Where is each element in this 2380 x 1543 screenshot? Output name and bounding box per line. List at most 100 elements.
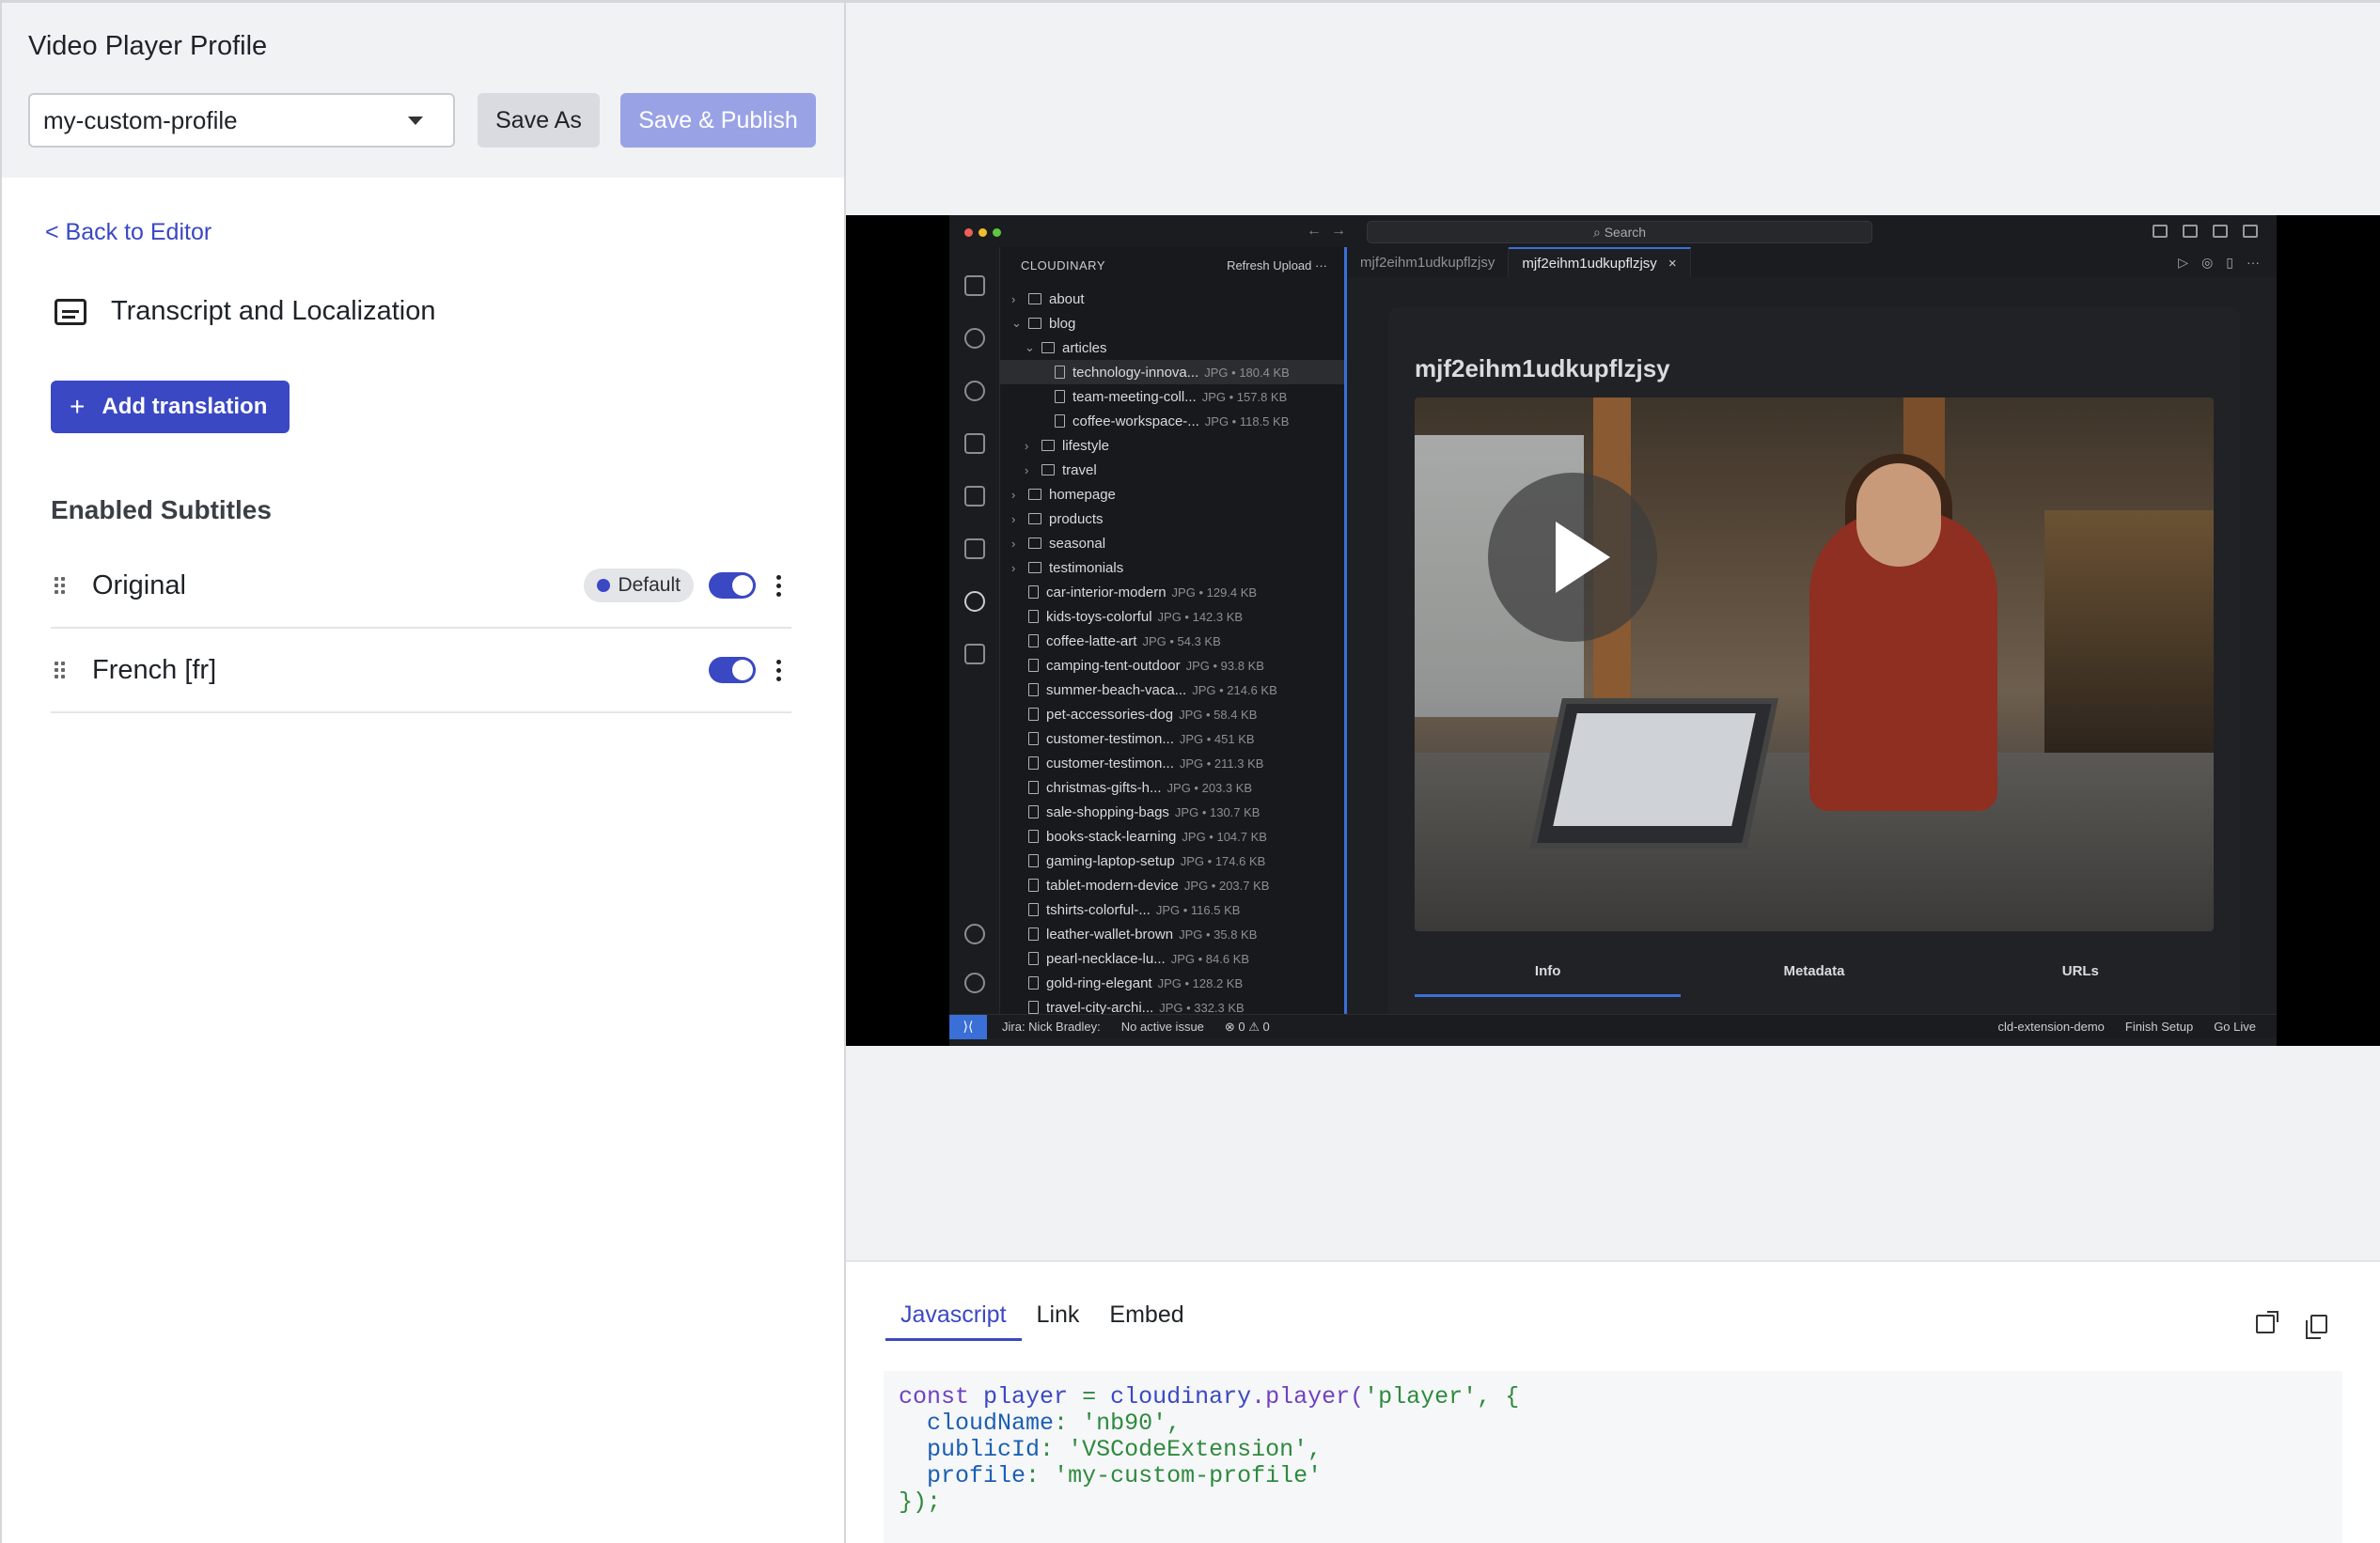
back-to-editor-link[interactable]: < Back to Editor <box>45 219 211 246</box>
tree-item-meta: JPG • 116.5 KB <box>1155 902 1241 917</box>
tree-item[interactable]: travel-city-archi... JPG • 332.3 KB <box>1000 995 1344 1014</box>
video-player[interactable]: ←→ ⌕ Search CLOUDINARY Refresh Upload ··… <box>846 215 2380 1046</box>
tree-item[interactable]: › travel <box>1000 458 1344 482</box>
tree-item[interactable]: › products <box>1000 507 1344 531</box>
tree-item-meta: JPG • 451 KB <box>1179 731 1255 746</box>
play-icon[interactable] <box>1488 473 1657 642</box>
add-translation-label: Add translation <box>102 394 268 419</box>
explorer-tree: › about ⌄ blog ⌄ articles technology-innova...… <box>1000 287 1344 1014</box>
tree-item-label: about <box>1049 290 1085 307</box>
file-icon <box>1028 1001 1039 1014</box>
asset-title: mjf2eihm1udkupflzjsy <box>1415 354 1670 382</box>
run-debug-icon <box>964 433 985 454</box>
more-options-icon[interactable] <box>776 659 782 681</box>
folder-icon <box>1028 489 1041 500</box>
code-snippet: const player = cloudinary.player('player… <box>884 1371 2342 1543</box>
save-publish-button[interactable]: Save & Publish <box>620 93 816 148</box>
tree-item[interactable]: › seasonal <box>1000 531 1344 555</box>
open-external-icon[interactable] <box>2256 1311 2278 1333</box>
account-icon <box>964 924 985 944</box>
file-icon <box>1028 659 1039 672</box>
tree-item[interactable]: tshirts-colorful-... JPG • 116.5 KB <box>1000 897 1344 922</box>
tree-item[interactable]: pearl-necklace-lu... JPG • 84.6 KB <box>1000 946 1344 971</box>
tree-item[interactable]: pet-accessories-dog JPG • 58.4 KB <box>1000 702 1344 726</box>
tab-link[interactable]: Link <box>1022 1301 1095 1341</box>
tree-item[interactable]: customer-testimon... JPG • 451 KB <box>1000 726 1344 751</box>
tree-item[interactable]: car-interior-modern JPG • 129.4 KB <box>1000 580 1344 604</box>
tree-item[interactable]: kids-toys-colorful JPG • 142.3 KB <box>1000 604 1344 629</box>
editor-tab-label: mjf2eihm1udkupflzjsy <box>1360 254 1495 271</box>
file-icon <box>1028 683 1039 696</box>
tree-item-label: lifestyle <box>1062 437 1110 454</box>
tree-item[interactable]: books-stack-learning JPG • 104.7 KB <box>1000 824 1344 849</box>
subtitle-toggle[interactable] <box>709 572 756 599</box>
tree-item-label: kids-toys-colorful <box>1046 608 1152 625</box>
nav-arrows-icon: ←→ <box>1307 223 1355 239</box>
tree-item-meta: JPG • 174.6 KB <box>1180 853 1266 868</box>
tree-item[interactable]: customer-testimon... JPG • 211.3 KB <box>1000 751 1344 775</box>
add-translation-button[interactable]: + Add translation <box>51 381 290 433</box>
drag-handle-icon[interactable] <box>55 577 68 594</box>
tree-item[interactable]: › testimonials <box>1000 555 1344 580</box>
tree-item[interactable]: technology-innova... JPG • 180.4 KB <box>1000 360 1344 384</box>
tree-item-meta: JPG • 93.8 KB <box>1185 658 1264 673</box>
vscode-search: ⌕ Search <box>1367 221 1872 243</box>
subtitle-toggle[interactable] <box>709 657 756 683</box>
tree-item[interactable]: summer-beach-vaca... JPG • 214.6 KB <box>1000 678 1344 702</box>
tree-item[interactable]: › lifestyle <box>1000 433 1344 458</box>
code-token: }); <box>899 1488 942 1516</box>
chevron-down-icon <box>408 116 423 125</box>
tree-item[interactable]: coffee-workspace-... JPG • 118.5 KB <box>1000 409 1344 433</box>
asset-tabs: Info Metadata URLs <box>1415 959 2214 997</box>
tree-item[interactable]: sale-shopping-bags JPG • 130.7 KB <box>1000 800 1344 824</box>
tree-item-label: products <box>1049 510 1104 527</box>
code-token: profile <box>927 1462 1026 1489</box>
vscode-titlebar: ←→ ⌕ Search <box>949 215 2277 247</box>
tree-item-meta: JPG • 203.3 KB <box>1167 780 1253 795</box>
explorer-title: CLOUDINARY <box>1021 258 1106 273</box>
editor-area: mjf2eihm1udkupflzjsy mjf2eihm1udkupflzjs… <box>1344 247 2277 1021</box>
tree-item-label: leather-wallet-brown <box>1046 926 1174 943</box>
chevron-right-icon: › <box>1011 291 1016 306</box>
editor-tabs: mjf2eihm1udkupflzjsy mjf2eihm1udkupflzjs… <box>1347 247 2277 277</box>
tree-item[interactable]: ⌄ articles <box>1000 335 1344 360</box>
file-icon <box>1055 366 1065 379</box>
files-icon <box>964 275 985 296</box>
tree-item-label: coffee-latte-art <box>1046 632 1137 649</box>
tree-item-meta: JPG • 35.8 KB <box>1179 927 1258 942</box>
tree-item-meta: JPG • 332.3 KB <box>1159 1000 1245 1015</box>
tree-item[interactable]: › homepage <box>1000 482 1344 507</box>
more-options-icon[interactable] <box>776 574 782 597</box>
tree-item[interactable]: tablet-modern-device JPG • 203.7 KB <box>1000 873 1344 897</box>
tree-item[interactable]: team-meeting-coll... JPG • 157.8 KB <box>1000 384 1344 409</box>
tree-item[interactable]: christmas-gifts-h... JPG • 203.3 KB <box>1000 775 1344 800</box>
drag-handle-icon[interactable] <box>55 662 68 678</box>
subtitles-icon <box>55 298 86 325</box>
chevron-right-icon: › <box>1011 487 1016 502</box>
code-token: player <box>983 1383 1069 1411</box>
tab-embed[interactable]: Embed <box>1094 1301 1198 1341</box>
file-icon <box>1028 781 1039 794</box>
tree-item[interactable]: gaming-laptop-setup JPG • 174.6 KB <box>1000 849 1344 873</box>
cloudinary-explorer: CLOUDINARY Refresh Upload ··· › about ⌄ blo… <box>1000 247 1344 1014</box>
copy-icon[interactable] <box>2306 1315 2327 1339</box>
tree-item[interactable]: leather-wallet-brown JPG • 35.8 KB <box>1000 922 1344 946</box>
tree-item[interactable]: coffee-latte-art JPG • 54.3 KB <box>1000 629 1344 653</box>
tree-item[interactable]: camping-tent-outdoor JPG • 93.8 KB <box>1000 653 1344 678</box>
tree-item-label: car-interior-modern <box>1046 584 1167 600</box>
tree-icon <box>964 644 985 664</box>
tab-javascript[interactable]: Javascript <box>885 1301 1022 1341</box>
tree-item-label: gaming-laptop-setup <box>1046 852 1175 869</box>
tree-item[interactable]: › about <box>1000 287 1344 311</box>
section-header: Transcript and Localization <box>55 296 436 327</box>
tree-item-label: camping-tent-outdoor <box>1046 657 1181 674</box>
profile-select[interactable]: my-custom-profile <box>28 93 455 148</box>
save-as-button[interactable]: Save As <box>478 93 600 148</box>
tree-item[interactable]: gold-ring-elegant JPG • 128.2 KB <box>1000 971 1344 995</box>
tree-item[interactable]: ⌄ blog <box>1000 311 1344 335</box>
search-icon <box>964 328 985 349</box>
plus-icon: + <box>70 392 86 421</box>
minimize-dot-icon <box>979 228 987 237</box>
code-token: 'my-custom-profile' <box>1054 1462 1323 1489</box>
tree-item-meta: JPG • 118.5 KB <box>1204 413 1290 429</box>
